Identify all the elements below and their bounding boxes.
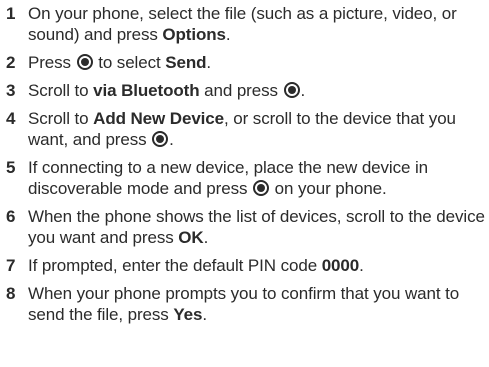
add-new-device-label: Add New Device <box>93 109 225 128</box>
step-text: . <box>225 25 231 44</box>
step-number: 3 <box>6 81 16 100</box>
step-text: and press <box>199 81 283 100</box>
step-text: Scroll to <box>28 81 94 100</box>
center-select-key-icon <box>253 180 269 196</box>
center-select-key-icon <box>283 82 300 98</box>
center-select-key-icon <box>152 131 169 147</box>
step-text: . <box>359 256 364 275</box>
step-number: 5 <box>6 158 16 177</box>
step-number: 2 <box>6 53 16 72</box>
via-bluetooth-label: via Bluetooth <box>93 81 200 100</box>
step-2: 2 Press to select Send. <box>0 52 489 73</box>
step-6: 6 When the phone shows the list of device… <box>0 206 489 248</box>
step-4: 4 Scroll to Add New Device, or scroll to … <box>0 108 489 150</box>
step-number: 1 <box>6 4 16 23</box>
step-text: When your phone prompts you to confirm t… <box>28 284 460 324</box>
step-7: 7 If prompted, enter the default PIN code… <box>0 255 489 276</box>
step-text: On your phone, select the file (such as … <box>28 4 457 44</box>
step-number: 4 <box>6 109 16 128</box>
step-text: When the phone shows the list of devices… <box>28 207 485 247</box>
center-select-key-icon <box>76 54 93 70</box>
ok-label: OK <box>178 228 204 247</box>
step-text: . <box>169 130 174 149</box>
send-label: Send <box>165 53 207 72</box>
step-text: Press <box>28 53 76 72</box>
step-8: 8 When your phone prompts you to confirm … <box>0 283 489 325</box>
step-3: 3 Scroll to via Bluetooth and press . <box>0 80 489 101</box>
step-text: . <box>300 81 306 100</box>
step-text: to select <box>93 53 166 72</box>
yes-label: Yes <box>173 305 203 324</box>
step-1: 1 On your phone, select the file (such as… <box>0 3 489 45</box>
step-number: 8 <box>6 284 16 303</box>
step-text: . <box>203 228 209 247</box>
pin-code-label: 0000 <box>321 256 360 275</box>
step-text: . <box>202 305 207 324</box>
step-5: 5 If connecting to a new device, place th… <box>0 157 489 199</box>
options-label: Options <box>162 25 226 44</box>
step-text: . <box>206 53 212 72</box>
step-text: If prompted, enter the default PIN code <box>28 256 322 275</box>
step-number: 6 <box>6 207 16 226</box>
instruction-steps: 1 On your phone, select the file (such as… <box>0 3 489 332</box>
step-text: Scroll to <box>28 109 94 128</box>
step-number: 7 <box>6 256 16 275</box>
step-text: on your phone. <box>270 179 387 198</box>
